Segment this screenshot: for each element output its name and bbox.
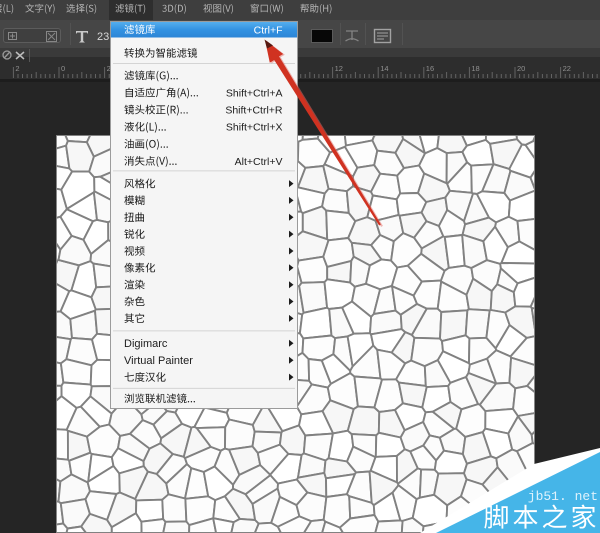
svg-text:14: 14 <box>380 64 388 73</box>
svg-text:12: 12 <box>335 64 343 73</box>
svg-text:20: 20 <box>517 64 525 73</box>
svg-text:0: 0 <box>61 64 65 73</box>
svg-text:23: 23 <box>97 31 109 43</box>
svg-text:Shift+Ctrl+R: Shift+Ctrl+R <box>225 105 283 117</box>
svg-text:Ctrl+F: Ctrl+F <box>254 24 283 36</box>
svg-text:16: 16 <box>426 64 434 73</box>
svg-text:18: 18 <box>471 64 479 73</box>
svg-text:Shift+Ctrl+X: Shift+Ctrl+X <box>226 122 283 134</box>
svg-text:Digimarc: Digimarc <box>124 338 168 350</box>
svg-text:22: 22 <box>563 64 571 73</box>
svg-text:Virtual Painter: Virtual Painter <box>124 355 193 367</box>
svg-text:Alt+Ctrl+V: Alt+Ctrl+V <box>235 156 283 168</box>
svg-text:2: 2 <box>15 64 19 73</box>
svg-text:Shift+Ctrl+A: Shift+Ctrl+A <box>226 87 283 99</box>
svg-text:jb51. net: jb51. net <box>528 489 598 504</box>
